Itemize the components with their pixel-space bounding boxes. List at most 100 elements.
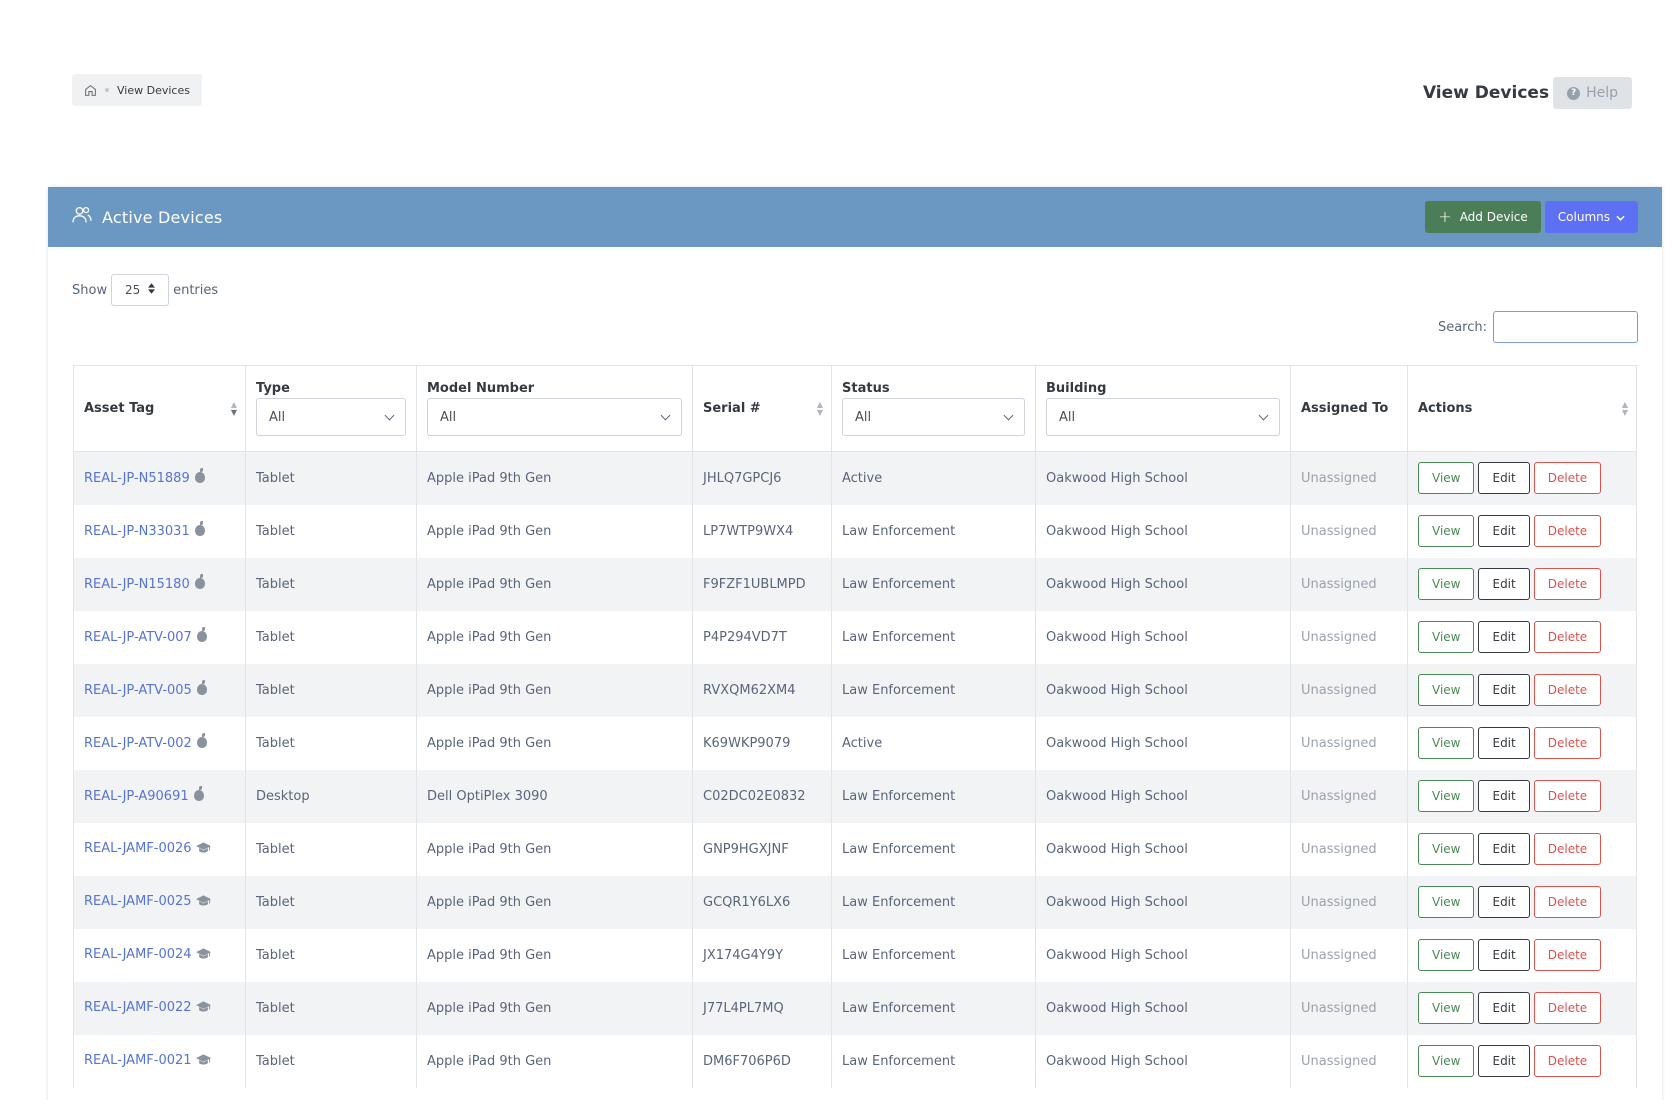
serial-cell: C02DC02E0832 — [692, 769, 832, 823]
delete-button[interactable]: Delete — [1533, 568, 1602, 600]
asset-tag-cell: REAL-JP-N33031 — [73, 504, 246, 558]
assigned-cell: Unassigned — [1290, 981, 1408, 1035]
view-button[interactable]: View — [1418, 568, 1475, 600]
table-row: REAL-JP-A90691 Desktop Dell OptiPlex 3090 C… — [73, 769, 1637, 823]
view-button[interactable]: View — [1418, 727, 1475, 759]
edit-button[interactable]: Edit — [1478, 886, 1530, 918]
columns-label: Columns — [1557, 210, 1610, 224]
apple-icon — [196, 626, 207, 642]
edit-button[interactable]: Edit — [1478, 674, 1530, 706]
table-row: REAL-JAMF-0024 Tablet Apple iPad 9th Gen JX… — [73, 928, 1637, 982]
columns-button[interactable]: Columns — [1544, 201, 1638, 233]
asset-tag-link[interactable]: REAL-JAMF-0022 — [84, 1000, 192, 1015]
search-input[interactable] — [1493, 311, 1638, 343]
help-label: Help — [1586, 85, 1618, 101]
actions-cell: View Edit Delete — [1407, 451, 1637, 505]
model-filter-select[interactable]: All — [427, 398, 682, 436]
building-cell: Oakwood High School — [1035, 981, 1291, 1035]
apple-icon — [194, 520, 205, 536]
asset-tag-cell: REAL-JP-ATV-002 — [73, 716, 246, 770]
assigned-cell: Unassigned — [1290, 875, 1408, 929]
serial-cell: P4P294VD7T — [692, 610, 832, 664]
edit-button[interactable]: Edit — [1478, 462, 1530, 495]
asset-tag-link[interactable]: REAL-JAMF-0026 — [84, 841, 192, 856]
delete-button[interactable]: Delete — [1533, 886, 1602, 918]
add-device-button[interactable]: + Add Device — [1425, 201, 1541, 233]
edit-button[interactable]: Edit — [1478, 992, 1530, 1024]
type-cell: Tablet — [245, 610, 417, 664]
delete-button[interactable]: Delete — [1533, 674, 1602, 706]
header-actions[interactable]: Actions ▲ ▼ — [1407, 365, 1637, 452]
asset-tag-link[interactable]: REAL-JP-N15180 — [84, 577, 190, 592]
assigned-cell: Unassigned — [1290, 663, 1408, 717]
delete-button[interactable]: Delete — [1533, 727, 1602, 759]
apple-icon — [196, 679, 207, 695]
delete-button[interactable]: Delete — [1533, 462, 1602, 495]
status-cell: Active — [831, 716, 1036, 770]
status-cell: Law Enforcement — [831, 981, 1036, 1035]
header-serial[interactable]: Serial # ▲ ▼ — [692, 365, 832, 452]
serial-cell: GNP9HGXJNF — [692, 822, 832, 876]
asset-tag-cell: REAL-JAMF-0025 — [73, 875, 246, 929]
table-row: REAL-JP-N15180 Tablet Apple iPad 9th Gen F9… — [73, 557, 1637, 611]
delete-button[interactable]: Delete — [1533, 1045, 1602, 1077]
sort-updown-icon — [148, 283, 156, 297]
asset-tag-link[interactable]: REAL-JP-N51889 — [84, 471, 190, 486]
view-button[interactable]: View — [1418, 886, 1475, 918]
asset-tag-link[interactable]: REAL-JP-ATV-002 — [84, 736, 192, 751]
header-type: Type All — [245, 365, 417, 452]
view-button[interactable]: View — [1418, 462, 1475, 495]
view-button[interactable]: View — [1418, 992, 1475, 1024]
view-button[interactable]: View — [1418, 780, 1475, 812]
entries-select[interactable]: 25 — [111, 274, 170, 306]
assigned-cell: Unassigned — [1290, 822, 1408, 876]
edit-button[interactable]: Edit — [1478, 939, 1530, 971]
edit-button[interactable]: Edit — [1478, 833, 1530, 865]
serial-cell: LP7WTP9WX4 — [692, 504, 832, 558]
asset-tag-link[interactable]: REAL-JAMF-0024 — [84, 947, 192, 962]
edit-button[interactable]: Edit — [1478, 727, 1530, 759]
view-button[interactable]: View — [1418, 515, 1475, 547]
edit-button[interactable]: Edit — [1478, 621, 1530, 653]
users-icon — [72, 206, 92, 228]
card-header-actions: + Add Device Columns — [1425, 201, 1638, 233]
delete-button[interactable]: Delete — [1533, 992, 1602, 1024]
header-building-label: Building — [1046, 381, 1107, 396]
status-filter-select[interactable]: All — [842, 398, 1025, 436]
asset-tag-link[interactable]: REAL-JP-ATV-005 — [84, 683, 192, 698]
asset-tag-link[interactable]: REAL-JAMF-0025 — [84, 894, 192, 909]
asset-tag-cell: REAL-JAMF-0022 — [73, 981, 246, 1035]
home-icon[interactable] — [84, 84, 97, 97]
delete-button[interactable]: Delete — [1533, 621, 1602, 653]
edit-button[interactable]: Edit — [1478, 515, 1530, 547]
model-cell: Apple iPad 9th Gen — [416, 981, 693, 1035]
edit-button[interactable]: Edit — [1478, 780, 1530, 812]
view-button[interactable]: View — [1418, 939, 1475, 971]
delete-button[interactable]: Delete — [1533, 780, 1602, 812]
view-button[interactable]: View — [1418, 674, 1475, 706]
view-button[interactable]: View — [1418, 833, 1475, 865]
view-button[interactable]: View — [1418, 621, 1475, 653]
header-asset-tag[interactable]: Asset Tag ▲ ▼ — [73, 365, 246, 452]
asset-tag-link[interactable]: REAL-JP-N33031 — [84, 524, 190, 539]
table-row: REAL-JAMF-0025 Tablet Apple iPad 9th Gen GC… — [73, 875, 1637, 929]
asset-tag-link[interactable]: REAL-JAMF-0021 — [84, 1053, 192, 1068]
assigned-cell: Unassigned — [1290, 504, 1408, 558]
asset-tag-cell: REAL-JP-ATV-007 — [73, 610, 246, 664]
sort-icon: ▲ ▼ — [230, 399, 237, 417]
sort-icon: ▲ ▼ — [1621, 399, 1628, 417]
building-filter-select[interactable]: All — [1046, 398, 1280, 436]
asset-tag-link[interactable]: REAL-JP-A90691 — [84, 789, 189, 804]
search-label: Search: — [1437, 319, 1487, 335]
edit-button[interactable]: Edit — [1478, 1045, 1530, 1077]
type-filter-select[interactable]: All — [256, 398, 406, 436]
help-button[interactable]: ? Help — [1553, 77, 1632, 109]
delete-button[interactable]: Delete — [1533, 833, 1602, 865]
view-button[interactable]: View — [1418, 1045, 1475, 1077]
edit-button[interactable]: Edit — [1478, 568, 1530, 600]
building-cell: Oakwood High School — [1035, 610, 1291, 664]
asset-tag-link[interactable]: REAL-JP-ATV-007 — [84, 630, 192, 645]
assigned-cell: Unassigned — [1290, 928, 1408, 982]
delete-button[interactable]: Delete — [1533, 939, 1602, 971]
delete-button[interactable]: Delete — [1533, 515, 1602, 547]
